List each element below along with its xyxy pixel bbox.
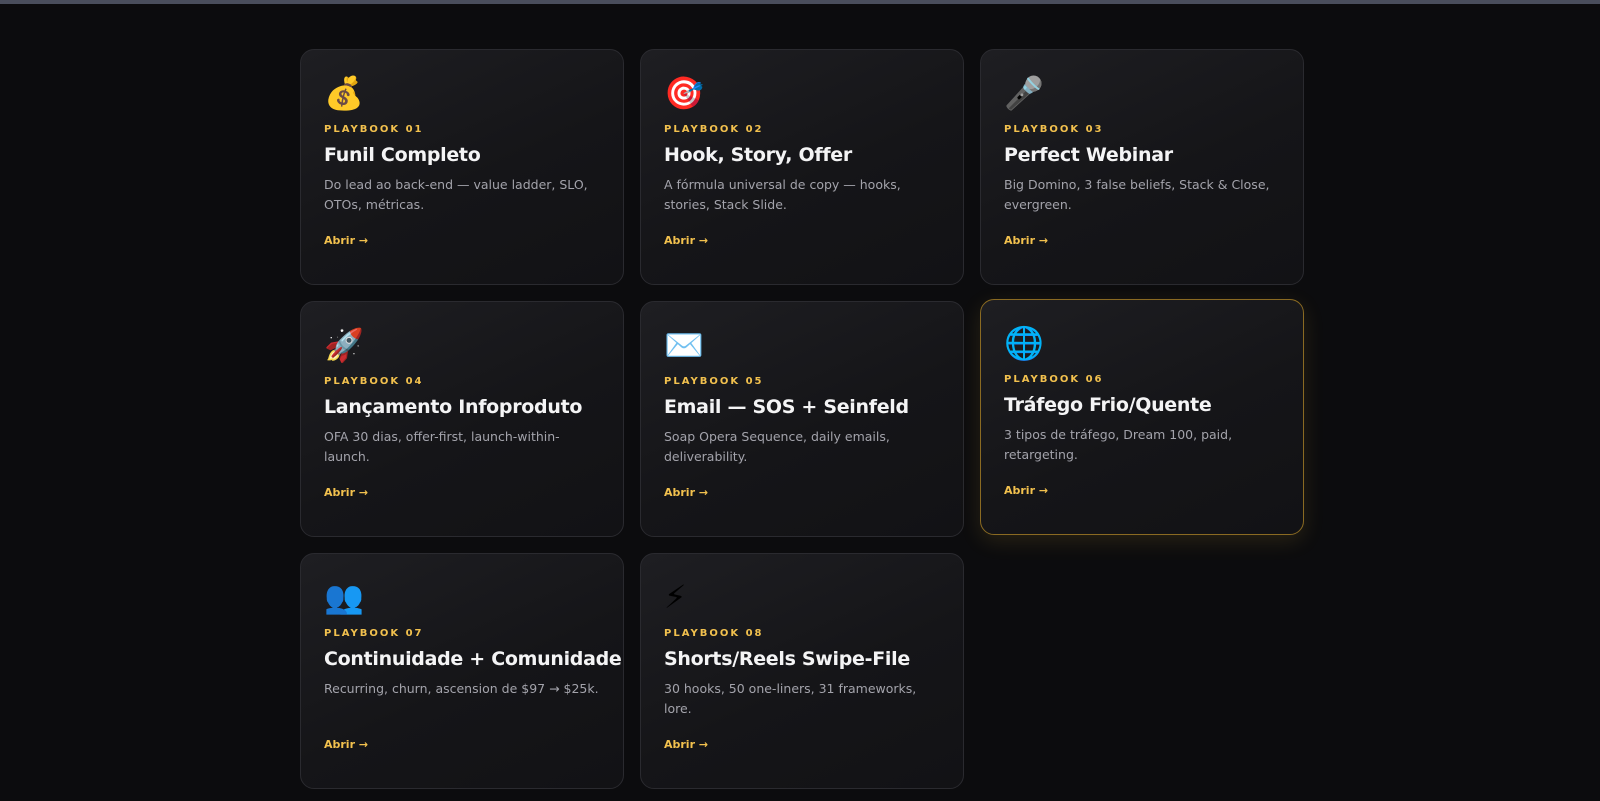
- playbook-card-05[interactable]: ✉️ PLAYBOOK 05 Email — SOS + Seinfeld So…: [640, 301, 964, 537]
- playbook-description: Do lead ao back-end — value ladder, SLO,…: [324, 177, 588, 212]
- playbook-card-01[interactable]: 💰 PLAYBOOK 01 Funil Completo Do lead ao …: [300, 49, 624, 285]
- playbook-card-08[interactable]: ⚡ PLAYBOOK 08 Shorts/Reels Swipe-File 30…: [640, 553, 964, 789]
- open-link[interactable]: Abrir →: [1004, 234, 1048, 247]
- playbook-description: 30 hooks, 50 one-liners, 31 frameworks, …: [664, 681, 917, 716]
- playbook-card-03[interactable]: 🎤 PLAYBOOK 03 Perfect Webinar Big Domino…: [980, 49, 1304, 285]
- playbook-card-06[interactable]: 🌐 PLAYBOOK 06 Tráfego Frio/Quente 3 tipo…: [980, 299, 1304, 535]
- playbook-description: Soap Opera Sequence, daily emails, deliv…: [664, 429, 890, 464]
- playbook-title: Lançamento Infoproduto: [324, 396, 583, 418]
- rocket-icon: 🚀: [324, 326, 364, 364]
- playbook-description: 3 tipos de tráfego, Dream 100, paid, ret…: [1004, 427, 1233, 462]
- playbook-label: PLAYBOOK 03: [1004, 124, 1104, 135]
- playbook-label: PLAYBOOK 07: [324, 628, 424, 639]
- cropped-intro-text: [300, 0, 900, 5]
- playbook-title: Tráfego Frio/Quente: [1004, 394, 1212, 416]
- money-bag-icon: 💰: [324, 74, 364, 112]
- playbook-label: PLAYBOOK 01: [324, 124, 424, 135]
- playbook-description: Big Domino, 3 false beliefs, Stack & Clo…: [1004, 177, 1270, 212]
- open-link[interactable]: Abrir →: [664, 234, 708, 247]
- globe-icon: 🌐: [1004, 324, 1044, 362]
- playbook-card-02[interactable]: 🎯 PLAYBOOK 02 Hook, Story, Offer A fórmu…: [640, 49, 964, 285]
- open-link[interactable]: Abrir →: [324, 486, 368, 499]
- microphone-icon: 🎤: [1004, 74, 1044, 112]
- playbook-description: A fórmula universal de copy — hooks, sto…: [664, 177, 901, 212]
- playbook-card-04[interactable]: 🚀 PLAYBOOK 04 Lançamento Infoproduto OFA…: [300, 301, 624, 537]
- playbook-title: Shorts/Reels Swipe-File: [664, 648, 910, 670]
- playbook-title: Hook, Story, Offer: [664, 144, 852, 166]
- playbook-label: PLAYBOOK 02: [664, 124, 764, 135]
- playbook-description: OFA 30 dias, offer-first, launch-within-…: [324, 429, 560, 464]
- open-link[interactable]: Abrir →: [324, 234, 368, 247]
- playbook-grid: 💰 PLAYBOOK 01 Funil Completo Do lead ao …: [300, 49, 1304, 789]
- target-icon: 🎯: [664, 74, 704, 112]
- open-link[interactable]: Abrir →: [664, 486, 708, 499]
- playbook-card-07[interactable]: 👥 PLAYBOOK 07 Continuidade + Comunidade …: [300, 553, 624, 789]
- playbook-title: Perfect Webinar: [1004, 144, 1173, 166]
- playbook-label: PLAYBOOK 05: [664, 376, 764, 387]
- open-link[interactable]: Abrir →: [324, 738, 368, 751]
- open-link[interactable]: Abrir →: [664, 738, 708, 751]
- envelope-icon: ✉️: [664, 326, 704, 364]
- playbook-title: Email — SOS + Seinfeld: [664, 396, 909, 418]
- playbook-label: PLAYBOOK 04: [324, 376, 424, 387]
- open-link[interactable]: Abrir →: [1004, 484, 1048, 497]
- playbook-title: Continuidade + Comunidade: [324, 648, 622, 670]
- playbook-label: PLAYBOOK 08: [664, 628, 764, 639]
- lightning-icon: ⚡: [664, 578, 687, 616]
- people-icon: 👥: [324, 578, 364, 616]
- playbook-title: Funil Completo: [324, 144, 481, 166]
- playbook-description: Recurring, churn, ascension de $97 → $25…: [324, 681, 599, 696]
- playbook-label: PLAYBOOK 06: [1004, 374, 1104, 385]
